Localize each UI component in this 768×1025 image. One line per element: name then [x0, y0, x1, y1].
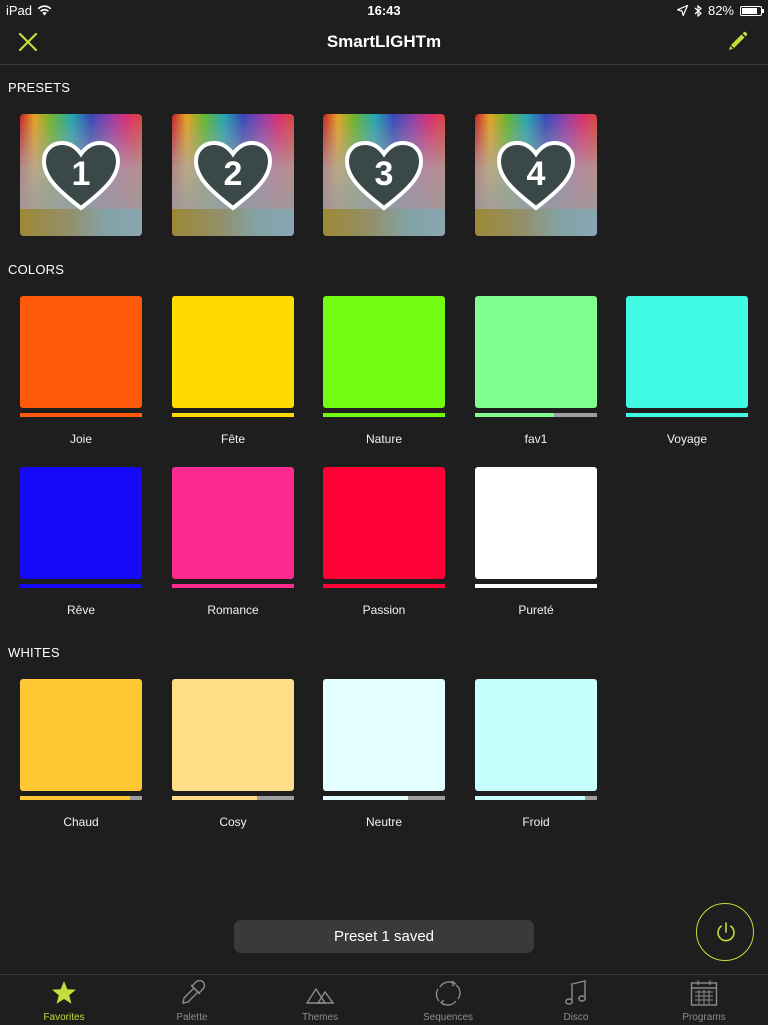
- white-tile-froid[interactable]: Froid: [475, 679, 597, 829]
- color-tile-fete[interactable]: Fête: [172, 296, 294, 446]
- tab-label: Programs: [682, 1012, 726, 1023]
- color-swatch: [626, 296, 748, 408]
- music-note-icon: [565, 980, 586, 1005]
- cycle-arrows-icon: [435, 980, 461, 1006]
- preset-number: 3: [375, 155, 394, 193]
- tab-themes[interactable]: Themes: [256, 975, 384, 1025]
- preset-2-button[interactable]: 2: [172, 114, 294, 236]
- tab-label: Disco: [563, 1012, 589, 1023]
- star-icon: [52, 981, 76, 1004]
- heart-icon: 2: [193, 140, 273, 211]
- app-title: SmartLIGHTm: [326, 32, 442, 51]
- tab-label: Sequences: [422, 1012, 474, 1023]
- color-name: Voyage: [666, 432, 708, 446]
- color-swatch: [172, 296, 294, 408]
- white-swatch: [323, 679, 445, 791]
- location-arrow-icon: [676, 5, 688, 16]
- brightness-bar: [20, 413, 142, 417]
- color-name: Pureté: [518, 603, 554, 617]
- color-name: Passion: [362, 603, 406, 617]
- color-tile-voyage[interactable]: Voyage: [626, 296, 748, 446]
- brightness-bar: [172, 584, 294, 588]
- color-tile-romance[interactable]: Romance: [172, 467, 294, 617]
- saved-toast: Preset 1 saved: [234, 920, 534, 953]
- brightness-bar: [20, 584, 142, 588]
- white-name: Cosy: [219, 815, 247, 829]
- color-swatch: [20, 296, 142, 408]
- whites-heading: WHITES: [8, 645, 60, 660]
- tab-label: Themes: [301, 1012, 339, 1023]
- color-name: Nature: [365, 432, 403, 446]
- tab-palette[interactable]: Palette: [128, 975, 256, 1025]
- dropper-icon: [182, 979, 206, 1004]
- power-icon: [717, 922, 735, 942]
- bluetooth-icon: [694, 4, 702, 17]
- brightness-bar: [172, 796, 294, 800]
- brightness-bar: [172, 413, 294, 417]
- color-name: fav1: [524, 432, 548, 446]
- tab-sequences[interactable]: Sequences: [384, 975, 512, 1025]
- brightness-bar: [20, 796, 142, 800]
- color-tile-reve[interactable]: Rêve: [20, 467, 142, 617]
- white-name: Chaud: [63, 815, 99, 829]
- brightness-bar: [475, 584, 597, 588]
- navigation-bar: SmartLIGHTm: [0, 20, 768, 65]
- color-swatch: [475, 467, 597, 579]
- brightness-bar: [475, 413, 597, 417]
- mountains-icon: [306, 987, 334, 1004]
- color-tile-joie[interactable]: Joie: [20, 296, 142, 446]
- presets-heading: PRESETS: [8, 80, 71, 95]
- color-name: Fête: [220, 432, 245, 446]
- color-swatch: [323, 296, 445, 408]
- heart-icon: 3: [344, 140, 424, 211]
- white-tile-chaud[interactable]: Chaud: [20, 679, 142, 829]
- color-name: Romance: [207, 603, 259, 617]
- heart-icon: 4: [496, 140, 576, 211]
- brightness-bar: [626, 413, 748, 417]
- edit-button[interactable]: [726, 29, 750, 53]
- color-swatch: [475, 296, 597, 408]
- status-bar: iPad 16:43 82%: [0, 0, 768, 20]
- white-name: Froid: [522, 815, 550, 829]
- white-tile-neutre[interactable]: Neutre: [323, 679, 445, 829]
- tab-disco[interactable]: Disco: [512, 975, 640, 1025]
- tab-programs[interactable]: Programs: [640, 975, 768, 1025]
- white-swatch: [20, 679, 142, 791]
- preset-number: 1: [72, 155, 91, 193]
- white-tile-cosy[interactable]: Cosy: [172, 679, 294, 829]
- preset-1-button[interactable]: 1: [20, 114, 142, 236]
- colors-heading: COLORS: [8, 262, 65, 277]
- heart-icon: 1: [41, 140, 121, 211]
- tab-label: Favorites: [43, 1012, 85, 1023]
- power-button[interactable]: [696, 903, 754, 961]
- preset-3-button[interactable]: 3: [323, 114, 445, 236]
- brightness-bar: [475, 796, 597, 800]
- clock: 16:43: [367, 3, 401, 18]
- color-tile-passion[interactable]: Passion: [323, 467, 445, 617]
- preset-number: 2: [224, 155, 243, 193]
- brightness-bar: [323, 584, 445, 588]
- calendar-icon: [690, 980, 718, 1006]
- battery-percent: 82%: [707, 3, 734, 18]
- color-swatch: [20, 467, 142, 579]
- tab-label: Palette: [176, 1012, 208, 1023]
- color-tile-nature[interactable]: Nature: [323, 296, 445, 446]
- color-tile-fav1[interactable]: fav1: [475, 296, 597, 446]
- tab-bar: Favorites Palette Themes Sequences Disco…: [0, 974, 768, 1025]
- color-name: Joie: [69, 432, 92, 446]
- white-swatch: [172, 679, 294, 791]
- color-swatch: [323, 467, 445, 579]
- pencil-icon: [729, 31, 748, 50]
- white-name: Neutre: [365, 815, 403, 829]
- white-swatch: [475, 679, 597, 791]
- battery-icon: [740, 5, 764, 16]
- tab-favorites[interactable]: Favorites: [0, 975, 128, 1025]
- color-name: Rêve: [66, 603, 95, 617]
- brightness-bar: [323, 413, 445, 417]
- color-swatch: [172, 467, 294, 579]
- color-tile-purete[interactable]: Pureté: [475, 467, 597, 617]
- preset-number: 4: [527, 155, 546, 193]
- brightness-bar: [323, 796, 445, 800]
- preset-4-button[interactable]: 4: [475, 114, 597, 236]
